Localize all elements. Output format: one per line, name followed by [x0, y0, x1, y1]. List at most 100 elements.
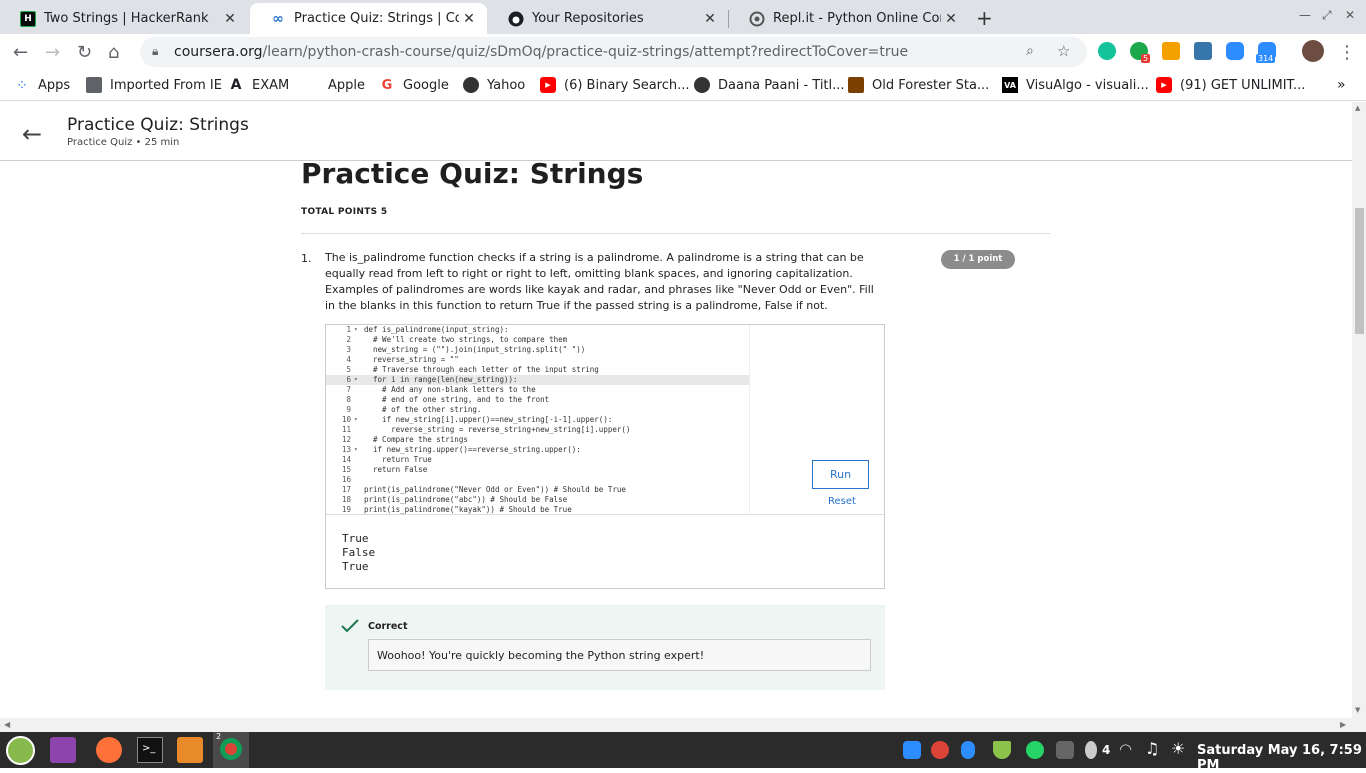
- scrollbar-thumb[interactable]: [1355, 208, 1364, 334]
- python-icon[interactable]: [1194, 42, 1212, 60]
- chrome-tray-icon[interactable]: [931, 741, 949, 759]
- home-icon[interactable]: ⌂: [108, 42, 119, 63]
- run-button[interactable]: Run: [812, 460, 869, 489]
- bluetooth-icon[interactable]: [961, 741, 975, 759]
- chrome-taskbar-button[interactable]: 2: [213, 732, 249, 768]
- tab-github[interactable]: Your Repositories ✕: [488, 3, 728, 34]
- address-bar[interactable]: 🔒︎ coursera.org/learn/python-crash-cours…: [140, 37, 1087, 67]
- fold-arrow-icon[interactable]: ▾: [354, 445, 364, 455]
- github-icon: [508, 11, 524, 27]
- line-number: 1: [346, 325, 351, 334]
- restore-icon[interactable]: ⤢: [1322, 8, 1332, 23]
- fold-arrow-icon[interactable]: [354, 485, 364, 495]
- whatsapp-icon[interactable]: [1026, 741, 1044, 759]
- close-tab-icon[interactable]: ✕: [459, 11, 479, 27]
- bookmark-yahoo[interactable]: Yahoo: [463, 77, 525, 93]
- bookmark-visualgo[interactable]: VA VisuAlgo - visuali...: [1002, 77, 1149, 93]
- fold-arrow-icon[interactable]: [354, 385, 364, 395]
- fold-arrow-icon[interactable]: [354, 395, 364, 405]
- code-area[interactable]: 1 ▾ def is_palindrome(input_string): 2 # We…: [326, 325, 750, 514]
- fold-arrow-icon[interactable]: [354, 505, 364, 514]
- tab-coursera[interactable]: ∞ Practice Quiz: Strings | Course ✕: [250, 3, 487, 34]
- extension-badge: 5: [1141, 54, 1151, 63]
- zoom-tray-icon[interactable]: [903, 741, 921, 759]
- fold-arrow-icon[interactable]: [354, 435, 364, 445]
- fold-arrow-icon[interactable]: [354, 405, 364, 415]
- fold-arrow-icon[interactable]: ▾: [354, 415, 364, 425]
- code-text: # of the other string.: [364, 405, 482, 414]
- close-tab-icon[interactable]: ✕: [220, 11, 240, 27]
- back-arrow-icon[interactable]: ←: [22, 120, 42, 148]
- horizontal-scrollbar[interactable]: ◀ ▶: [0, 718, 1366, 732]
- close-window-icon[interactable]: ✕: [1345, 8, 1355, 22]
- more-bookmarks-icon[interactable]: »: [1337, 77, 1346, 93]
- code-text: print(is_palindrome("kayak")) # Should b…: [364, 505, 572, 514]
- bookmark-get-unlimited[interactable]: ▶ (91) GET UNLIMIT...: [1156, 77, 1305, 93]
- firefox-icon[interactable]: [96, 737, 122, 763]
- fold-arrow-icon[interactable]: [354, 355, 364, 365]
- code-text: # Traverse through each letter of the in…: [364, 365, 599, 374]
- bookmark-google[interactable]: G Google: [379, 77, 449, 93]
- files-icon[interactable]: [177, 737, 203, 763]
- code-text: reverse_string = reverse_string+new_stri…: [364, 425, 631, 434]
- fold-arrow-icon[interactable]: [354, 425, 364, 435]
- reset-link[interactable]: Reset: [828, 496, 856, 507]
- code-text: print(is_palindrome("abc")) # Should be …: [364, 495, 568, 504]
- google-icon: G: [381, 77, 393, 93]
- fold-arrow-icon[interactable]: [354, 365, 364, 375]
- minimize-icon[interactable]: —: [1299, 8, 1311, 22]
- bookmark-apple[interactable]: Apple: [304, 77, 365, 93]
- nvidia-icon[interactable]: [1056, 741, 1074, 759]
- url-host: coursera.org: [174, 44, 263, 60]
- tab-hackerrank[interactable]: H Two Strings | HackerRank ✕: [0, 3, 248, 34]
- code-line: 1 ▾ def is_palindrome(input_string):: [326, 325, 749, 335]
- bookmark-daana-paani[interactable]: Daana Paani - Titl...: [694, 77, 845, 93]
- new-tab-button[interactable]: +: [976, 6, 993, 30]
- close-tab-icon[interactable]: ✕: [700, 11, 720, 27]
- scroll-down-icon[interactable]: ▼: [1355, 706, 1360, 714]
- bookmark-label: Yahoo: [487, 77, 526, 93]
- fold-arrow-icon[interactable]: [354, 345, 364, 355]
- mint-menu-icon[interactable]: [6, 736, 35, 765]
- fold-arrow-icon[interactable]: [354, 465, 364, 475]
- back-icon[interactable]: ←: [13, 42, 28, 63]
- zoom-search-icon[interactable]: ⌕: [1026, 43, 1034, 59]
- profile-avatar[interactable]: [1302, 40, 1324, 62]
- vertical-scrollbar[interactable]: ▲ ▼: [1352, 102, 1366, 718]
- tab-title: Practice Quiz: Strings | Course: [294, 11, 459, 26]
- forward-icon[interactable]: →: [45, 42, 60, 63]
- fold-arrow-icon[interactable]: ▾: [354, 375, 364, 385]
- notification-icon[interactable]: [1085, 741, 1097, 759]
- total-points: TOTAL POINTS 5: [301, 207, 388, 217]
- brightness-icon[interactable]: ☀: [1171, 739, 1185, 758]
- fold-arrow-icon[interactable]: [354, 335, 364, 345]
- bookmark-imported[interactable]: Imported From IE: [86, 77, 222, 93]
- rainbow-extension-icon[interactable]: [1162, 42, 1180, 60]
- menu-icon[interactable]: ⋮: [1338, 42, 1356, 63]
- workspace-icon[interactable]: [50, 737, 76, 763]
- fold-arrow-icon[interactable]: [354, 455, 364, 465]
- bookmark-exam[interactable]: A EXAM: [228, 77, 290, 93]
- reload-icon[interactable]: ↻: [77, 42, 92, 63]
- tab-replit[interactable]: Repl.it - Python Online Compil ✕: [729, 3, 969, 34]
- bookmark-apps[interactable]: ⁘ Apps: [14, 77, 70, 93]
- shield-icon[interactable]: [993, 741, 1011, 759]
- grammarly-icon[interactable]: [1098, 42, 1116, 60]
- scroll-left-icon[interactable]: ◀: [4, 720, 10, 729]
- scroll-right-icon[interactable]: ▶: [1340, 720, 1346, 729]
- fold-arrow-icon[interactable]: ▾: [354, 325, 364, 335]
- bookmark-label: Apple: [328, 77, 366, 93]
- clock[interactable]: Saturday May 16, 7:59 PM: [1197, 743, 1366, 773]
- fold-arrow-icon[interactable]: [354, 495, 364, 505]
- zoom-icon[interactable]: [1226, 42, 1244, 60]
- terminal-icon[interactable]: >_: [137, 737, 163, 763]
- fold-arrow-icon[interactable]: [354, 475, 364, 485]
- bookmark-old-forester[interactable]: Old Forester Sta...: [848, 77, 989, 93]
- bookmark-binary-search[interactable]: ▶ (6) Binary Search...: [540, 77, 690, 93]
- sound-icon[interactable]: ♫: [1145, 739, 1159, 758]
- scroll-up-icon[interactable]: ▲: [1355, 104, 1360, 112]
- close-tab-icon[interactable]: ✕: [941, 11, 961, 27]
- folder-icon: [86, 77, 102, 93]
- bookmark-star-icon[interactable]: ☆: [1057, 42, 1070, 60]
- wifi-icon[interactable]: ◠: [1119, 740, 1132, 758]
